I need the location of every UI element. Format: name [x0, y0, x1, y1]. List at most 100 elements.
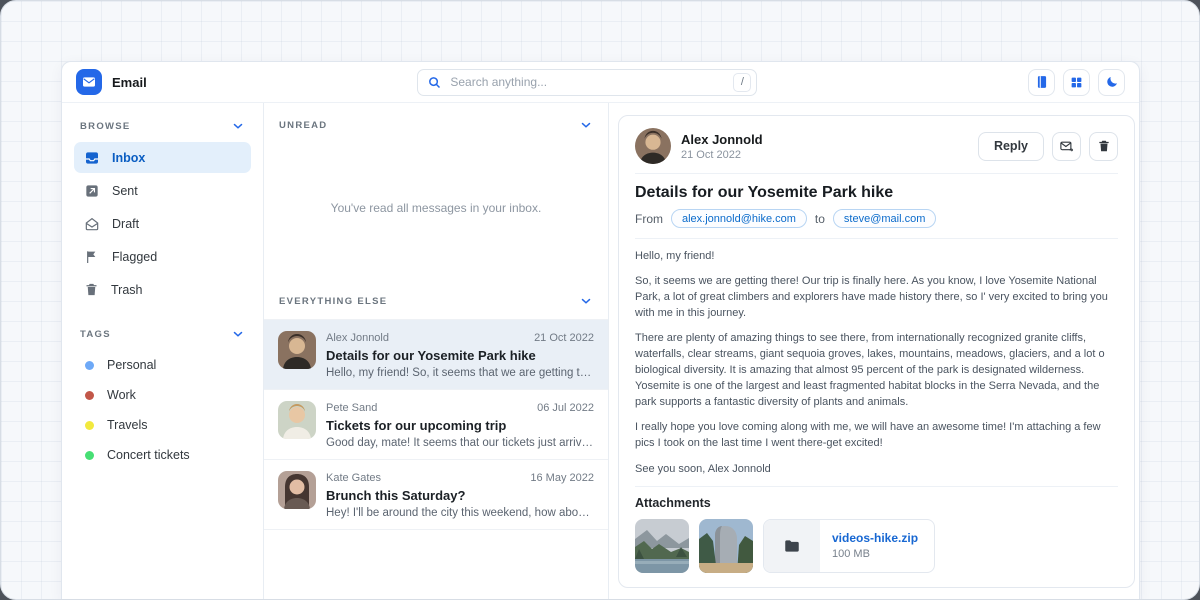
mail-paragraph: There are plenty of amazing things to se…: [635, 330, 1118, 410]
mail-item-alex[interactable]: Alex Jonnold 21 Oct 2022 Details for our…: [264, 320, 608, 390]
tag-travels[interactable]: Travels: [74, 410, 251, 440]
attachment-photo-valley[interactable]: [635, 519, 689, 573]
flag-icon: [84, 249, 100, 265]
divider: [635, 486, 1118, 487]
folder-icon: [764, 520, 820, 572]
moon-icon: [1105, 75, 1119, 89]
everything-else-label: EVERYTHING ELSE: [279, 296, 387, 307]
file-name: videos-hike.zip: [832, 531, 918, 545]
tag-concert-tickets[interactable]: Concert tickets: [74, 440, 251, 470]
search-input[interactable]: Search anything... /: [417, 69, 757, 96]
sidebar-item-label: Sent: [112, 184, 138, 198]
attachment-file-card[interactable]: videos-hike.zip 100 MB: [763, 519, 935, 573]
tags-section: TAGS Personal Work: [74, 325, 251, 470]
dark-mode-toggle[interactable]: [1098, 69, 1125, 96]
inbox-icon: [84, 150, 100, 166]
mail-sender: Kate Gates: [326, 472, 381, 484]
everything-else-header: EVERYTHING ELSE: [264, 281, 608, 319]
search-placeholder: Search anything...: [450, 75, 725, 89]
forward-mail-icon: [1059, 139, 1074, 154]
unread-section-header: UNREAD: [264, 103, 608, 141]
tag-work[interactable]: Work: [74, 380, 251, 410]
attachment-photo-halfdome[interactable]: [699, 519, 753, 573]
tags-label: TAGS: [80, 329, 111, 340]
sidebar-item-label: Flagged: [112, 250, 157, 264]
mail-items: Alex Jonnold 21 Oct 2022 Details for our…: [264, 319, 608, 530]
tag-color-dot: [85, 361, 94, 370]
email-app-window: Email Search anything... /: [61, 61, 1140, 600]
divider: [635, 173, 1118, 174]
divider: [635, 238, 1118, 239]
sent-icon: [84, 183, 100, 199]
mail-date: 16 May 2022: [530, 472, 594, 484]
draft-envelope-icon: [84, 216, 100, 232]
detail-actions: Reply: [978, 132, 1118, 161]
search-area: Search anything... /: [147, 69, 1028, 96]
attachments-row: videos-hike.zip 100 MB: [635, 519, 1118, 573]
sidebar-item-draft[interactable]: Draft: [74, 208, 251, 239]
unread-section: UNREAD You've read all messages in your …: [264, 103, 608, 281]
desktop-background: Email Search anything... /: [0, 0, 1200, 600]
avatar: [278, 401, 316, 439]
file-size: 100 MB: [832, 548, 918, 560]
mail-paragraph: I really hope you love coming along with…: [635, 419, 1118, 451]
detail-header: Alex Jonnold 21 Oct 2022 Reply: [635, 128, 1118, 164]
mail-paragraph: So, it seems we are getting there! Our t…: [635, 273, 1118, 321]
mail-detail-card: Alex Jonnold 21 Oct 2022 Reply: [618, 115, 1135, 588]
tag-label: Personal: [107, 358, 156, 372]
sender-info: Alex Jonnold 21 Oct 2022: [681, 132, 763, 161]
mail-preview: Good day, mate! It seems that our ticket…: [326, 437, 594, 449]
apps-grid-icon: [1070, 76, 1083, 89]
sidebar-item-trash[interactable]: Trash: [74, 274, 251, 305]
chevron-down-icon[interactable]: [231, 327, 245, 341]
everything-else-section: EVERYTHING ELSE Alex Jonno: [264, 281, 608, 530]
mail-item-pete[interactable]: Pete Sand 06 Jul 2022 Tickets for our up…: [264, 390, 608, 460]
trash-icon: [84, 282, 99, 297]
mail-preview: Hello, my friend! So, it seems that we a…: [326, 367, 594, 379]
sidebar-item-inbox[interactable]: Inbox: [74, 142, 251, 173]
mail-paragraph: Hello, my friend!: [635, 248, 1118, 264]
tag-color-dot: [85, 421, 94, 430]
forward-button[interactable]: [1052, 132, 1081, 161]
sidebar-item-label: Inbox: [112, 151, 145, 165]
delete-button[interactable]: [1089, 132, 1118, 161]
mail-paragraph: See you soon, Alex Jonnold: [635, 461, 1118, 477]
app-body: BROWSE Inbox Sent: [62, 103, 1139, 600]
avatar: [278, 331, 316, 369]
tag-personal[interactable]: Personal: [74, 350, 251, 380]
tag-label: Travels: [107, 418, 148, 432]
sidebar-item-label: Draft: [112, 217, 139, 231]
mail-title: Tickets for our upcoming trip: [326, 418, 594, 433]
docs-button[interactable]: [1028, 69, 1055, 96]
sidebar-item-flagged[interactable]: Flagged: [74, 241, 251, 272]
to-label: to: [815, 212, 825, 226]
tag-label: Concert tickets: [107, 448, 190, 462]
mail-item-content: Alex Jonnold 21 Oct 2022 Details for our…: [326, 331, 594, 379]
chevron-down-icon[interactable]: [231, 119, 245, 133]
tag-color-dot: [85, 391, 94, 400]
unread-empty-message: You've read all messages in your inbox.: [264, 141, 608, 281]
from-email-chip[interactable]: alex.jonnold@hike.com: [671, 209, 807, 228]
reply-button[interactable]: Reply: [978, 132, 1044, 161]
chevron-down-icon[interactable]: [579, 118, 593, 132]
mail-sender: Pete Sand: [326, 402, 377, 414]
tags-section-header: TAGS: [74, 325, 251, 350]
file-info: videos-hike.zip 100 MB: [820, 531, 934, 560]
avatar: [635, 128, 671, 164]
unread-label: UNREAD: [279, 120, 327, 131]
book-icon: [1035, 75, 1049, 89]
mail-item-kate[interactable]: Kate Gates 16 May 2022 Brunch this Satur…: [264, 460, 608, 530]
mail-item-content: Kate Gates 16 May 2022 Brunch this Satur…: [326, 471, 594, 519]
mail-title: Details for our Yosemite Park hike: [326, 348, 594, 363]
sidebar-item-label: Trash: [111, 283, 143, 297]
from-to-row: From alex.jonnold@hike.com to steve@mail…: [635, 209, 1118, 228]
chevron-down-icon[interactable]: [579, 294, 593, 308]
apps-button[interactable]: [1063, 69, 1090, 96]
sidebar-item-sent[interactable]: Sent: [74, 175, 251, 206]
email-logo: [76, 69, 102, 95]
mail-preview: Hey! I'll be around the city this weeken…: [326, 507, 594, 519]
to-email-chip[interactable]: steve@mail.com: [833, 209, 936, 228]
sender-name: Alex Jonnold: [681, 132, 763, 147]
avatar: [278, 471, 316, 509]
sender-date: 21 Oct 2022: [681, 149, 763, 161]
